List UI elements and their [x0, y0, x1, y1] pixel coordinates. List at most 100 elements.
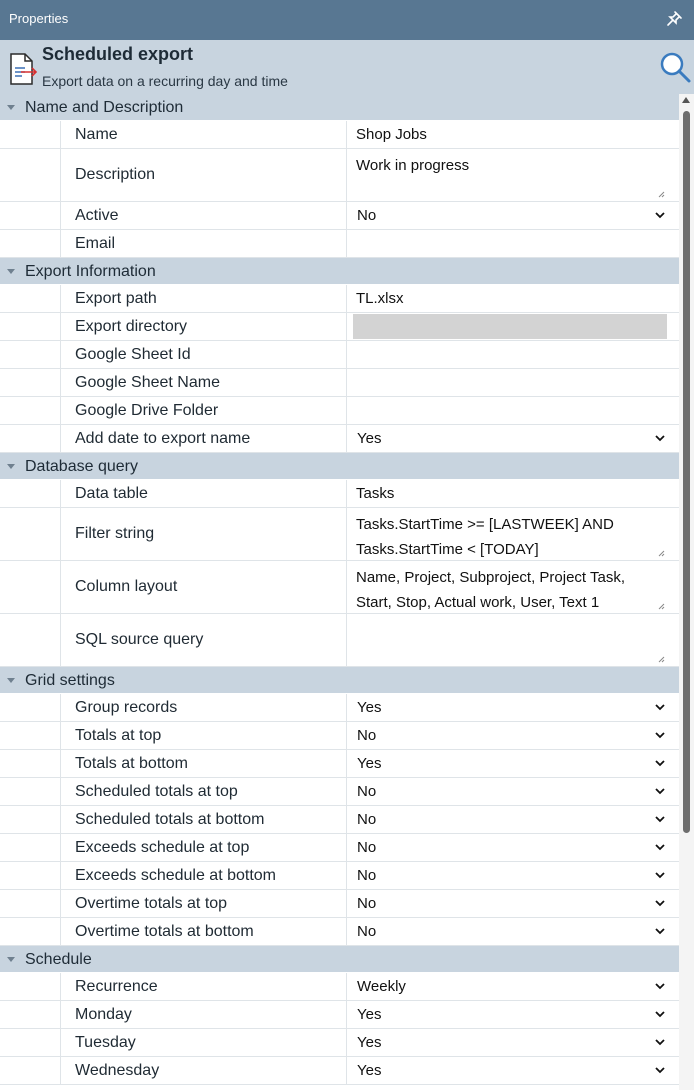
- add-date-to-export-name-select[interactable]: Yes: [353, 426, 667, 451]
- data-table-field[interactable]: Tasks: [353, 481, 667, 506]
- google-sheet-id-field[interactable]: [353, 342, 667, 367]
- column-divider: [346, 480, 347, 507]
- filter-string-textarea[interactable]: Tasks.StartTime >= [LASTWEEK] AND Tasks.…: [353, 509, 667, 559]
- properties-header: Scheduled export Export data on a recurr…: [0, 40, 694, 94]
- selected-value: No: [357, 207, 377, 224]
- overtime-totals-at-bottom-select[interactable]: No: [353, 919, 667, 944]
- property-label: Totals at bottom: [75, 754, 188, 772]
- property-label: Recurrence: [75, 977, 158, 995]
- property-label: Tuesday: [75, 1033, 136, 1051]
- chevron-down-icon[interactable]: [655, 731, 665, 739]
- selected-value: Yes: [357, 430, 382, 447]
- column-divider: [346, 369, 347, 396]
- exceeds-schedule-at-top-select[interactable]: No: [353, 835, 667, 860]
- row-gutter: [0, 425, 61, 452]
- totals-at-bottom-select[interactable]: Yes: [353, 751, 667, 776]
- scheduled-totals-at-bottom-select[interactable]: No: [353, 807, 667, 832]
- property-label: Totals at top: [75, 726, 162, 744]
- exceeds-schedule-at-bottom-select[interactable]: No: [353, 863, 667, 888]
- category-grid-settings[interactable]: Grid settings: [0, 667, 679, 694]
- export-path-field[interactable]: TL.xlsx: [353, 286, 667, 311]
- property-row-description: Description Work in progress: [0, 149, 679, 202]
- category-database-query[interactable]: Database query: [0, 453, 679, 480]
- collapse-arrow-icon[interactable]: [7, 269, 15, 274]
- header-subtitle: Export data on a recurring day and time: [42, 73, 288, 89]
- row-gutter: [0, 694, 61, 721]
- vertical-scrollbar[interactable]: [679, 94, 694, 1090]
- chevron-down-icon[interactable]: [655, 843, 665, 851]
- chevron-down-icon[interactable]: [655, 815, 665, 823]
- column-divider: [346, 722, 347, 749]
- collapse-arrow-icon[interactable]: [7, 105, 15, 110]
- column-divider: [346, 614, 347, 666]
- chevron-down-icon[interactable]: [655, 871, 665, 879]
- tuesday-select[interactable]: Yes: [353, 1030, 667, 1055]
- chevron-down-icon[interactable]: [655, 1038, 665, 1046]
- chevron-down-icon[interactable]: [655, 211, 665, 219]
- chevron-down-icon[interactable]: [655, 982, 665, 990]
- property-label: Exceeds schedule at bottom: [75, 866, 277, 884]
- column-divider: [346, 230, 347, 257]
- collapse-arrow-icon[interactable]: [7, 678, 15, 683]
- pin-icon[interactable]: [664, 9, 684, 29]
- property-row-scheduled-totals-at-bottom: Scheduled totals at bottom No: [0, 806, 679, 834]
- column-layout-textarea[interactable]: Name, Project, Subproject, Project Task,…: [353, 562, 667, 612]
- column-divider: [346, 806, 347, 833]
- property-label: Description: [75, 166, 156, 183]
- chevron-down-icon[interactable]: [655, 899, 665, 907]
- property-label: Scheduled totals at bottom: [75, 810, 265, 828]
- collapse-arrow-icon[interactable]: [7, 957, 15, 962]
- property-row-exceeds-schedule-at-top: Exceeds schedule at top No: [0, 834, 679, 862]
- column-divider: [346, 862, 347, 889]
- column-divider: [346, 778, 347, 805]
- google-sheet-name-field[interactable]: [353, 370, 667, 395]
- active-select[interactable]: No: [353, 203, 667, 228]
- selected-value: Yes: [357, 1034, 382, 1051]
- property-label: Filter string: [75, 525, 155, 542]
- resize-grip-icon[interactable]: [658, 603, 665, 610]
- selected-value: Yes: [357, 1062, 382, 1079]
- category-schedule[interactable]: Schedule: [0, 946, 679, 973]
- chevron-down-icon[interactable]: [655, 927, 665, 935]
- chevron-down-icon[interactable]: [655, 434, 665, 442]
- scroll-up-arrow[interactable]: [682, 97, 690, 103]
- resize-grip-icon[interactable]: [658, 656, 665, 663]
- property-row-export-path: Export path TL.xlsx: [0, 285, 679, 313]
- monday-select[interactable]: Yes: [353, 1002, 667, 1027]
- sql-source-query-textarea[interactable]: [353, 615, 667, 665]
- category-label: Export Information: [25, 263, 156, 280]
- wednesday-select[interactable]: Yes: [353, 1058, 667, 1083]
- overtime-totals-at-top-select[interactable]: No: [353, 891, 667, 916]
- chevron-down-icon[interactable]: [655, 759, 665, 767]
- scheduled-totals-at-top-select[interactable]: No: [353, 779, 667, 804]
- row-gutter: [0, 508, 61, 560]
- property-row-overtime-totals-at-bottom: Overtime totals at bottom No: [0, 918, 679, 946]
- group-records-select[interactable]: Yes: [353, 695, 667, 720]
- selected-value: No: [357, 783, 377, 800]
- name-field[interactable]: Shop Jobs: [353, 122, 667, 147]
- column-divider: [346, 202, 347, 229]
- email-field[interactable]: [353, 231, 667, 256]
- search-icon[interactable]: [658, 50, 692, 84]
- resize-grip-icon[interactable]: [658, 550, 665, 557]
- property-row-export-directory: Export directory: [0, 313, 679, 341]
- selected-value: No: [357, 727, 377, 744]
- google-drive-folder-field[interactable]: [353, 398, 667, 423]
- property-row-google-sheet-id: Google Sheet Id: [0, 341, 679, 369]
- resize-grip-icon[interactable]: [658, 191, 665, 198]
- chevron-down-icon[interactable]: [655, 1010, 665, 1018]
- collapse-arrow-icon[interactable]: [7, 464, 15, 469]
- scrollbar-thumb[interactable]: [683, 111, 690, 833]
- category-export-information[interactable]: Export Information: [0, 258, 679, 285]
- property-row-filter-string: Filter string Tasks.StartTime >= [LASTWEE…: [0, 508, 679, 561]
- chevron-down-icon[interactable]: [655, 1066, 665, 1074]
- totals-at-top-select[interactable]: No: [353, 723, 667, 748]
- row-gutter: [0, 369, 61, 396]
- recurrence-select[interactable]: Weekly: [353, 974, 667, 999]
- property-label: Export directory: [75, 317, 188, 335]
- description-textarea[interactable]: Work in progress: [353, 150, 667, 200]
- chevron-down-icon[interactable]: [655, 703, 665, 711]
- chevron-down-icon[interactable]: [655, 787, 665, 795]
- row-gutter: [0, 722, 61, 749]
- category-name-and-description[interactable]: Name and Description: [0, 94, 679, 121]
